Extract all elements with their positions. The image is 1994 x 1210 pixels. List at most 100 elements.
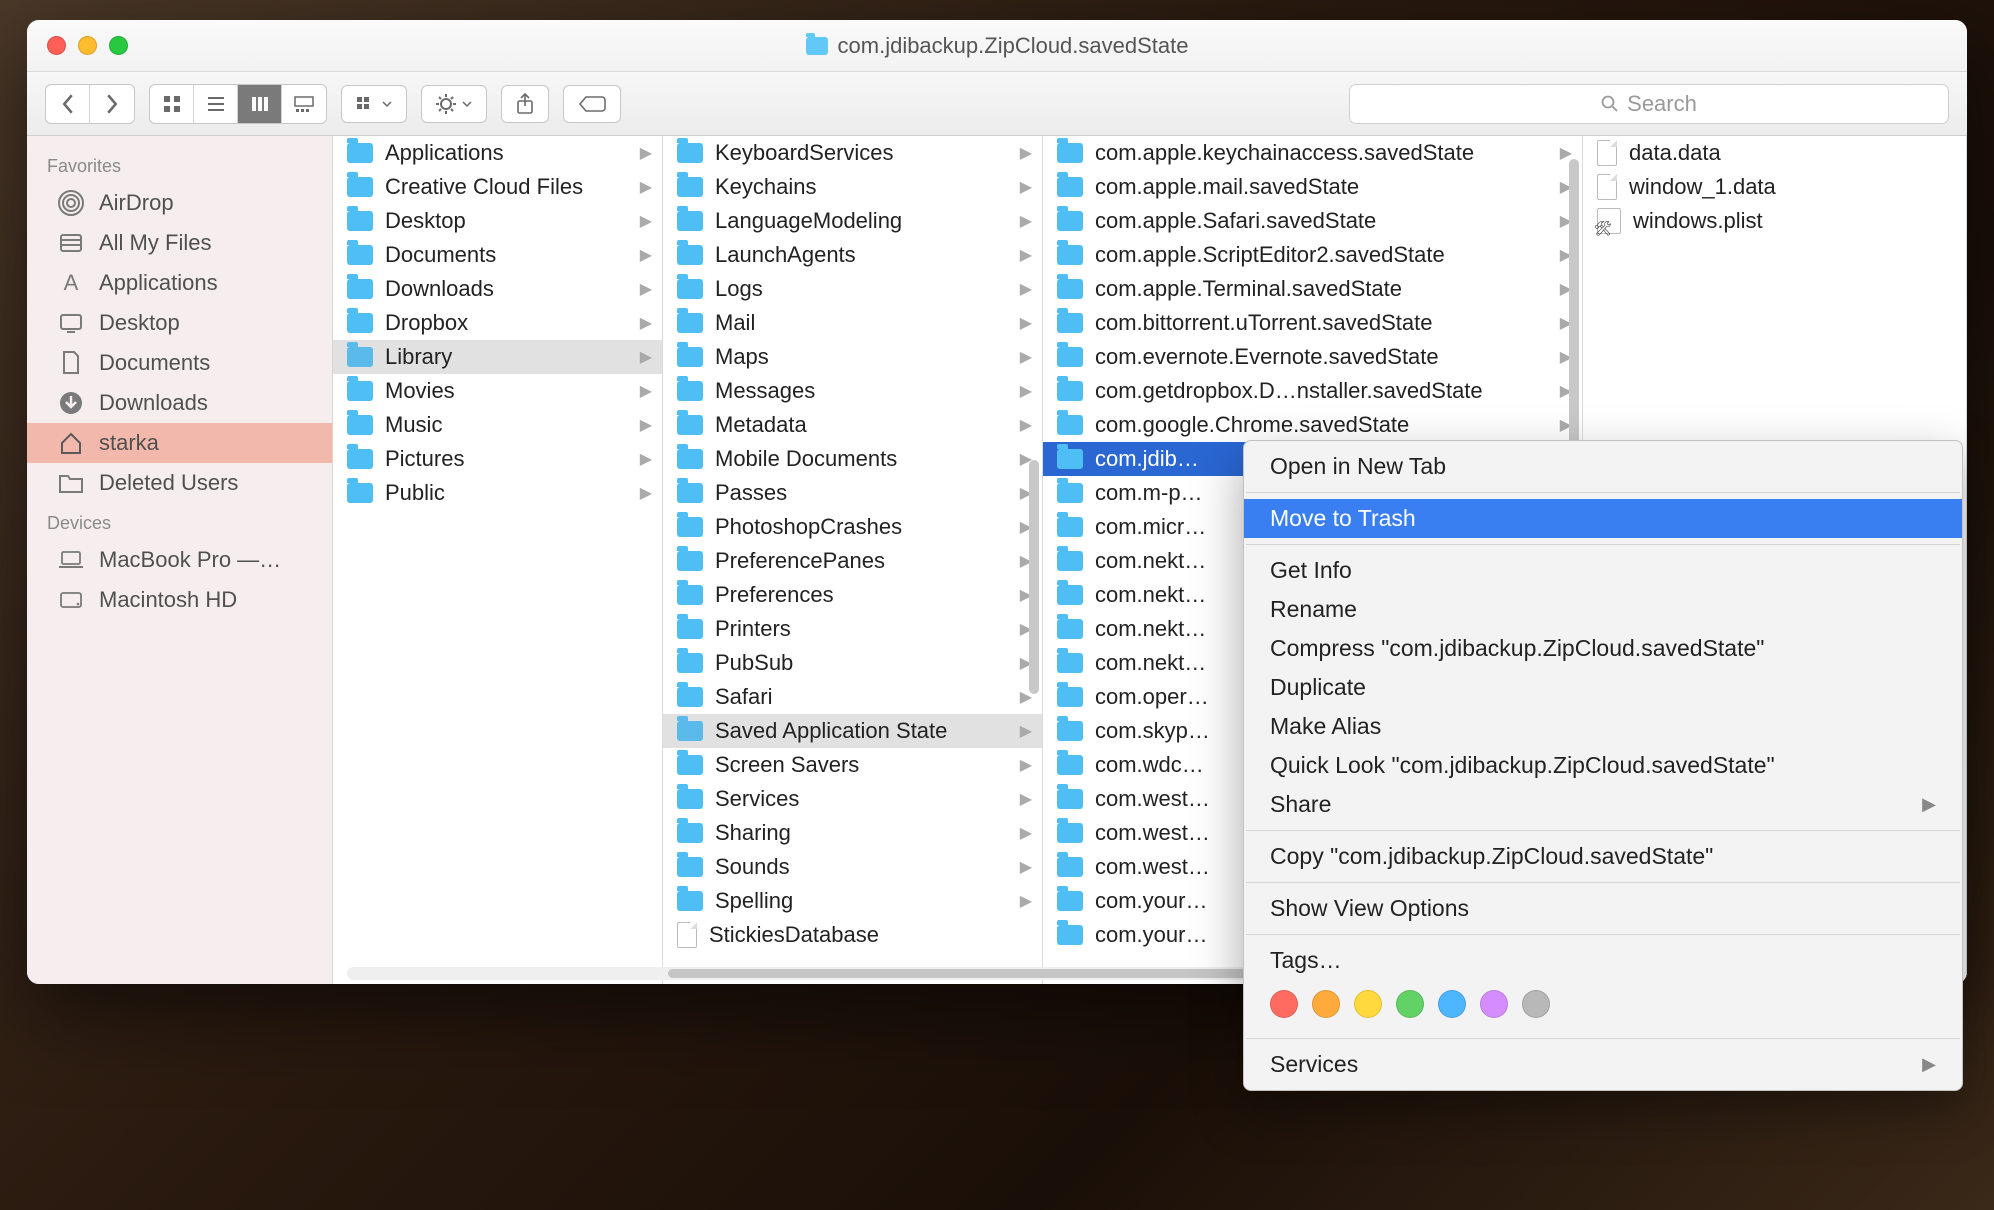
action-button[interactable] bbox=[421, 85, 487, 123]
tag-dot[interactable] bbox=[1438, 990, 1466, 1018]
column-row[interactable]: Keychains▶ bbox=[663, 170, 1042, 204]
column-row[interactable]: com.apple.keychainaccess.savedState▶ bbox=[1043, 136, 1582, 170]
column-row[interactable]: Metadata▶ bbox=[663, 408, 1042, 442]
column-row[interactable]: Saved Application State▶ bbox=[663, 714, 1042, 748]
column-row[interactable]: Sharing▶ bbox=[663, 816, 1042, 850]
column-row[interactable]: LaunchAgents▶ bbox=[663, 238, 1042, 272]
tag-dot[interactable] bbox=[1270, 990, 1298, 1018]
menu-item[interactable]: Copy "com.jdibackup.ZipCloud.savedState" bbox=[1244, 837, 1962, 876]
folder-icon bbox=[347, 245, 373, 265]
column-row[interactable]: Screen Savers▶ bbox=[663, 748, 1042, 782]
menu-item[interactable]: Move to Trash bbox=[1244, 499, 1962, 538]
menu-item[interactable]: Get Info bbox=[1244, 551, 1962, 590]
column-row[interactable]: Library▶ bbox=[333, 340, 662, 374]
menu-item[interactable]: Share▶ bbox=[1244, 785, 1962, 824]
sidebar-item[interactable]: MacBook Pro —… bbox=[27, 540, 332, 580]
menu-item[interactable]: Compress "com.jdibackup.ZipCloud.savedSt… bbox=[1244, 629, 1962, 668]
minimize-button[interactable] bbox=[78, 36, 97, 55]
column-row[interactable]: Downloads▶ bbox=[333, 272, 662, 306]
column-view-button[interactable] bbox=[238, 85, 282, 123]
column-row[interactable]: KeyboardServices▶ bbox=[663, 136, 1042, 170]
back-button[interactable] bbox=[46, 85, 90, 123]
column-row[interactable]: com.apple.Safari.savedState▶ bbox=[1043, 204, 1582, 238]
sidebar-item[interactable]: starka bbox=[27, 423, 332, 463]
column-row[interactable]: Desktop▶ bbox=[333, 204, 662, 238]
column-row[interactable]: Sounds▶ bbox=[663, 850, 1042, 884]
vertical-scrollbar[interactable] bbox=[1028, 142, 1040, 978]
sidebar-item[interactable]: Documents bbox=[27, 343, 332, 383]
row-label: LanguageModeling bbox=[715, 208, 1008, 234]
forward-button[interactable] bbox=[90, 85, 134, 123]
menu-item[interactable]: Duplicate bbox=[1244, 668, 1962, 707]
tags-button[interactable] bbox=[563, 85, 621, 123]
tag-dot[interactable] bbox=[1396, 990, 1424, 1018]
column-row[interactable]: com.apple.mail.savedState▶ bbox=[1043, 170, 1582, 204]
column-row[interactable]: PubSub▶ bbox=[663, 646, 1042, 680]
icon-view-button[interactable] bbox=[150, 85, 194, 123]
tag-dot[interactable] bbox=[1522, 990, 1550, 1018]
column-row[interactable]: Preferences▶ bbox=[663, 578, 1042, 612]
menu-item[interactable]: Open in New Tab bbox=[1244, 447, 1962, 486]
tag-dot[interactable] bbox=[1312, 990, 1340, 1018]
tag-dot[interactable] bbox=[1480, 990, 1508, 1018]
column-row[interactable]: windows.plist bbox=[1583, 204, 1966, 238]
tag-dot[interactable] bbox=[1354, 990, 1382, 1018]
menu-item[interactable]: Rename bbox=[1244, 590, 1962, 629]
share-button[interactable] bbox=[501, 85, 549, 123]
search-field[interactable]: Search bbox=[1349, 84, 1949, 124]
sidebar-item[interactable]: AirDrop bbox=[27, 183, 332, 223]
column-row[interactable]: Public▶ bbox=[333, 476, 662, 510]
column-row[interactable]: Services▶ bbox=[663, 782, 1042, 816]
column-row[interactable]: Spelling▶ bbox=[663, 884, 1042, 918]
column-row[interactable]: window_1.data bbox=[1583, 170, 1966, 204]
column-row[interactable]: Maps▶ bbox=[663, 340, 1042, 374]
column-row[interactable]: LanguageModeling▶ bbox=[663, 204, 1042, 238]
file-icon bbox=[1597, 140, 1617, 166]
column-row[interactable]: Music▶ bbox=[333, 408, 662, 442]
column-row[interactable]: com.bittorrent.uTorrent.savedState▶ bbox=[1043, 306, 1582, 340]
sidebar: FavoritesAirDropAll My FilesAApplication… bbox=[27, 136, 333, 984]
column-row[interactable]: Creative Cloud Files▶ bbox=[333, 170, 662, 204]
menu-item[interactable]: Quick Look "com.jdibackup.ZipCloud.saved… bbox=[1244, 746, 1962, 785]
menu-item[interactable]: Tags… bbox=[1244, 941, 1962, 980]
sidebar-item[interactable]: Macintosh HD bbox=[27, 580, 332, 620]
list-view-button[interactable] bbox=[194, 85, 238, 123]
menu-item[interactable]: Show View Options bbox=[1244, 889, 1962, 928]
folder-icon bbox=[677, 381, 703, 401]
sidebar-item-label: Downloads bbox=[99, 390, 208, 416]
zoom-button[interactable] bbox=[109, 36, 128, 55]
column-row[interactable]: PhotoshopCrashes▶ bbox=[663, 510, 1042, 544]
column-row[interactable]: Mail▶ bbox=[663, 306, 1042, 340]
sidebar-item[interactable]: AApplications bbox=[27, 263, 332, 303]
column-row[interactable]: Applications▶ bbox=[333, 136, 662, 170]
chevron-right-icon: ▶ bbox=[640, 381, 652, 401]
column-row[interactable]: PreferencePanes▶ bbox=[663, 544, 1042, 578]
arrange-button[interactable] bbox=[341, 85, 407, 123]
column-row[interactable]: Movies▶ bbox=[333, 374, 662, 408]
gallery-view-button[interactable] bbox=[282, 85, 326, 123]
column-row[interactable]: Passes▶ bbox=[663, 476, 1042, 510]
sidebar-item[interactable]: All My Files bbox=[27, 223, 332, 263]
sidebar-item[interactable]: Downloads bbox=[27, 383, 332, 423]
column-row[interactable]: StickiesDatabase bbox=[663, 918, 1042, 952]
folder-icon bbox=[1057, 925, 1083, 945]
column-row[interactable]: com.google.Chrome.savedState▶ bbox=[1043, 408, 1582, 442]
column-row[interactable]: com.evernote.Evernote.savedState▶ bbox=[1043, 340, 1582, 374]
column-row[interactable]: com.getdropbox.D…nstaller.savedState▶ bbox=[1043, 374, 1582, 408]
column-row[interactable]: Dropbox▶ bbox=[333, 306, 662, 340]
column-row[interactable]: Pictures▶ bbox=[333, 442, 662, 476]
column-row[interactable]: Messages▶ bbox=[663, 374, 1042, 408]
sidebar-item[interactable]: Deleted Users bbox=[27, 463, 332, 503]
column-row[interactable]: com.apple.ScriptEditor2.savedState▶ bbox=[1043, 238, 1582, 272]
column-row[interactable]: Printers▶ bbox=[663, 612, 1042, 646]
column-row[interactable]: Documents▶ bbox=[333, 238, 662, 272]
column-row[interactable]: Logs▶ bbox=[663, 272, 1042, 306]
column-row[interactable]: com.apple.Terminal.savedState▶ bbox=[1043, 272, 1582, 306]
column-row[interactable]: Mobile Documents▶ bbox=[663, 442, 1042, 476]
column-row[interactable]: data.data bbox=[1583, 136, 1966, 170]
menu-item[interactable]: Make Alias bbox=[1244, 707, 1962, 746]
column-row[interactable]: Safari▶ bbox=[663, 680, 1042, 714]
sidebar-item[interactable]: Desktop bbox=[27, 303, 332, 343]
menu-item[interactable]: Services▶ bbox=[1244, 1045, 1962, 1084]
close-button[interactable] bbox=[47, 36, 66, 55]
